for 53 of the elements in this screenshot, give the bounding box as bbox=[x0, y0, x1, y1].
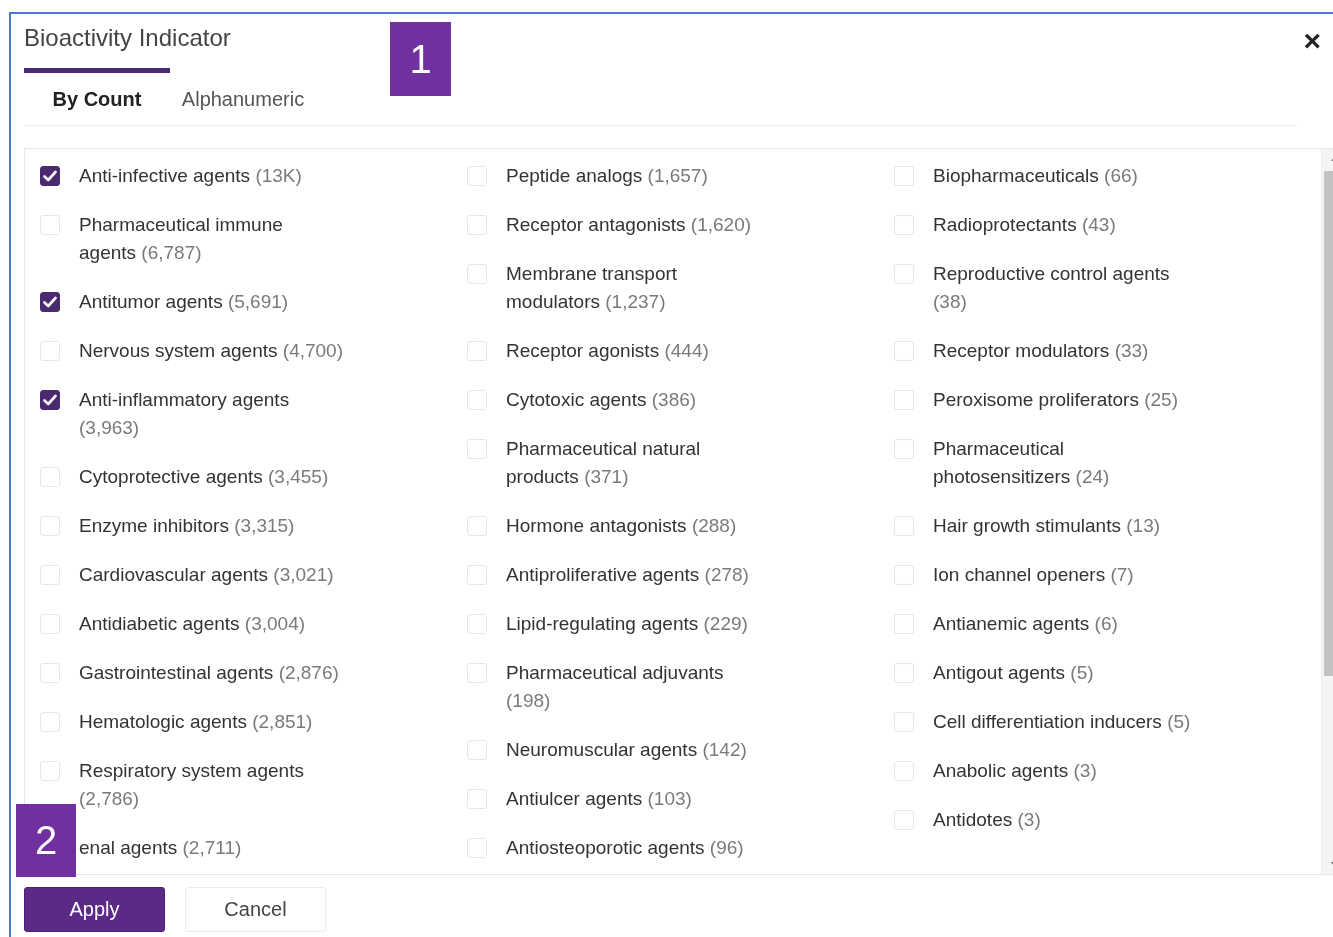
checkbox-label: Receptor agonists (444) bbox=[506, 339, 709, 363]
checkbox-label: Antigout agents (5) bbox=[933, 661, 1094, 685]
checkbox-label: Ion channel openers (7) bbox=[933, 563, 1134, 587]
check-icon bbox=[43, 296, 57, 308]
checkbox-label: Neuromuscular agents (142) bbox=[506, 738, 747, 762]
checkbox-label: Hormone antagonists (288) bbox=[506, 514, 737, 538]
checkbox-label: Receptor modulators (33) bbox=[933, 339, 1149, 363]
checkbox-label: Cell differentiation inducers (5) bbox=[933, 710, 1191, 734]
checkbox-label: Cytotoxic agents (386) bbox=[506, 388, 697, 412]
checkbox-label: Cardiovascular agents (3,021) bbox=[79, 563, 334, 587]
checkbox[interactable] bbox=[40, 292, 60, 312]
checkbox-label: Pharmaceutical adjuvants (198) bbox=[506, 661, 725, 713]
checkbox-label: Hair growth stimulants (13) bbox=[933, 514, 1161, 538]
tab[interactable]: Alphanumeric bbox=[170, 68, 316, 125]
checkbox-label: Lipid-regulating agents (229) bbox=[506, 612, 748, 636]
checkbox-label: Reproductive control agents (38) bbox=[933, 262, 1171, 314]
checkbox-label: Anti-inflammatory agents (3,963) bbox=[79, 388, 291, 440]
dialog-title: Bioactivity Indicator bbox=[24, 24, 231, 53]
cancel-button[interactable]: Cancel bbox=[185, 887, 326, 932]
apply-button[interactable]: Apply bbox=[24, 887, 165, 932]
checkbox-label: Antiproliferative agents (278) bbox=[506, 563, 749, 587]
checkbox-label: Hematologic agents (2,851) bbox=[79, 710, 313, 734]
checkbox[interactable] bbox=[40, 390, 60, 410]
checkbox-label: Antidotes (3) bbox=[933, 808, 1041, 832]
checkbox-label: Antidiabetic agents (3,004) bbox=[79, 612, 306, 636]
checkbox-label: Peroxisome proliferators (25) bbox=[933, 388, 1178, 412]
checkbox-label: Pharmaceutical immune agents (6,787) bbox=[79, 213, 284, 265]
check-icon bbox=[43, 394, 57, 406]
checkbox-label: Antiulcer agents (103) bbox=[506, 787, 692, 811]
checkbox-label: Cytoprotective agents (3,455) bbox=[79, 465, 329, 489]
checkbox-label: Gastrointestinal agents (2,876) bbox=[79, 661, 339, 685]
callout-badge: 2 bbox=[16, 804, 76, 877]
check-icon bbox=[43, 170, 57, 182]
checkbox-label: Anti-infective agents (13K) bbox=[79, 164, 302, 188]
close-button[interactable]: × bbox=[1299, 26, 1325, 56]
checkbox-label: Biopharmaceuticals (66) bbox=[933, 164, 1138, 188]
checkbox-label: Pharmaceutical photosensitizers (24) bbox=[933, 437, 1111, 489]
checkbox-label: Membrane transport modulators (1,237) bbox=[506, 262, 679, 314]
callout-badge: 1 bbox=[390, 22, 451, 96]
checkbox-label: Peptide analogs (1,657) bbox=[506, 164, 708, 188]
checkbox-label: Respiratory system agents (2,786) bbox=[79, 759, 305, 811]
checkbox-label: Antiosteoporotic agents (96) bbox=[506, 836, 744, 860]
checkbox-label: Radioprotectants (43) bbox=[933, 213, 1116, 237]
checkbox[interactable] bbox=[40, 166, 60, 186]
checkbox-label: enal agents (2,711) bbox=[79, 836, 242, 860]
checkbox-label: Pharmaceutical natural products (371) bbox=[506, 437, 702, 489]
checkbox-label: Anabolic agents (3) bbox=[933, 759, 1097, 783]
tab[interactable]: By Count bbox=[24, 68, 170, 125]
checkbox-label: Nervous system agents (4,700) bbox=[79, 339, 343, 363]
checkbox-label: Enzyme inhibitors (3,315) bbox=[79, 514, 295, 538]
checkbox-label: Receptor antagonists (1,620) bbox=[506, 213, 752, 237]
checkbox-label: Antitumor agents (5,691) bbox=[79, 290, 289, 314]
checkbox-label: Antianemic agents (6) bbox=[933, 612, 1118, 636]
